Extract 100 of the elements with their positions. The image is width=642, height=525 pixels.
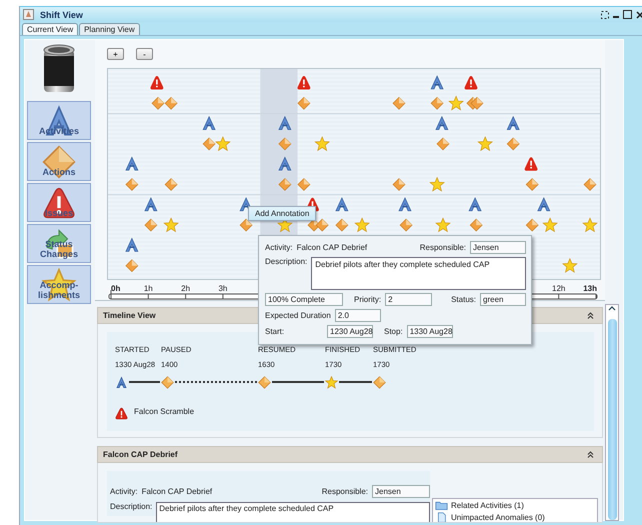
action-marker[interactable]: [400, 218, 413, 232]
close-icon[interactable]: [636, 10, 642, 18]
collapse-icon[interactable]: [587, 451, 594, 458]
action-marker[interactable]: [125, 178, 138, 191]
field-label: Priority:: [354, 295, 382, 304]
action-icon: [373, 376, 386, 388]
activity-name: Falcon CAP Debrief: [142, 487, 212, 496]
star-marker[interactable]: [354, 217, 370, 232]
start-field[interactable]: 1230 Aug28: [327, 325, 373, 338]
related-item[interactable]: Related Activities (1): [451, 501, 524, 510]
star-marker[interactable]: [448, 96, 464, 110]
accomplishment-icon: [325, 376, 338, 388]
star-marker[interactable]: [163, 217, 179, 232]
status-field[interactable]: green: [480, 293, 526, 306]
action-marker[interactable]: [202, 137, 216, 150]
scrollbar[interactable]: [605, 304, 619, 521]
field-label: Responsible:: [322, 487, 368, 496]
star-marker[interactable]: [477, 136, 493, 152]
description-field[interactable]: Debrief pilots after they complete scheduled CAP: [311, 257, 526, 290]
axis-label: 0h: [111, 284, 120, 293]
issue-marker[interactable]: [298, 76, 310, 90]
star-marker[interactable]: [215, 136, 231, 152]
document-icon: [435, 512, 448, 522]
action-marker[interactable]: [392, 178, 406, 191]
action-marker[interactable]: [144, 218, 158, 232]
responsible-field[interactable]: Jensen: [470, 241, 526, 254]
activity-marker[interactable]: [398, 197, 412, 212]
action-marker[interactable]: [506, 137, 520, 150]
responsible-field[interactable]: Jensen: [372, 485, 430, 498]
activity-marker[interactable]: [125, 238, 138, 252]
action-marker[interactable]: [335, 218, 348, 232]
action-marker[interactable]: [278, 178, 292, 191]
priority-field[interactable]: 2: [385, 293, 432, 306]
tab[interactable]: Current View: [22, 23, 78, 35]
issue-icon: [115, 407, 128, 420]
issue-marker[interactable]: [464, 76, 478, 90]
action-marker[interactable]: [125, 259, 138, 272]
action-marker[interactable]: [584, 178, 596, 191]
action-marker[interactable]: [430, 96, 444, 110]
action-marker[interactable]: [436, 137, 450, 150]
field-label: Responsible:: [420, 243, 466, 252]
activity-marker[interactable]: [430, 75, 444, 90]
field-label: Description:: [110, 502, 152, 511]
zoom-button[interactable]: -: [136, 48, 153, 60]
field-label: Stop:: [384, 327, 403, 336]
activity-marker[interactable]: [278, 156, 292, 170]
star-marker[interactable]: [435, 217, 451, 232]
action-marker[interactable]: [164, 178, 178, 191]
related-item[interactable]: Unimpacted Anomalies (0): [451, 513, 545, 522]
axis-label: 13h: [583, 284, 597, 293]
issue-label: Falcon Scramble: [134, 407, 194, 416]
scroll-up-icon[interactable]: [608, 305, 616, 311]
zoom-button[interactable]: +: [107, 48, 124, 60]
activity-marker[interactable]: [506, 116, 520, 130]
star-marker[interactable]: [582, 217, 598, 232]
activity-marker[interactable]: [125, 156, 138, 170]
activity-marker[interactable]: [435, 116, 448, 130]
star-marker[interactable]: [429, 176, 445, 192]
activity-marker[interactable]: [468, 197, 482, 212]
action-marker[interactable]: [152, 96, 164, 110]
star-marker[interactable]: [562, 258, 578, 273]
panel-title: Timeline View: [103, 311, 156, 320]
action-marker[interactable]: [470, 218, 483, 232]
star-marker[interactable]: [542, 217, 558, 232]
stop-field[interactable]: 1330 Aug28: [406, 325, 453, 338]
activity-marker[interactable]: [202, 116, 216, 130]
duration-field[interactable]: 2.0: [334, 309, 381, 322]
activity-marker[interactable]: [335, 197, 348, 212]
action-marker[interactable]: [470, 96, 484, 110]
panel-title: Falcon CAP Debrief: [103, 450, 178, 459]
window-title: Shift View: [40, 10, 83, 20]
description-field[interactable]: Debrief pilots after they complete scheduled CAP: [156, 502, 430, 522]
activity-name: Falcon CAP Debrief: [296, 243, 368, 252]
axis-label: 12h: [552, 284, 566, 293]
action-marker[interactable]: [297, 96, 310, 110]
issue-marker[interactable]: [524, 157, 538, 171]
restore-icon[interactable]: [601, 10, 609, 18]
progress-field[interactable]: 100% Complete: [265, 293, 343, 306]
field-label: Expected Duration: [265, 311, 331, 320]
maximize-icon[interactable]: [623, 10, 632, 19]
action-marker[interactable]: [392, 96, 406, 110]
tab[interactable]: Planning View: [79, 23, 140, 35]
action-marker[interactable]: [164, 96, 178, 110]
activity-marker[interactable]: [144, 197, 158, 212]
action-icon: [258, 376, 271, 388]
axis-label: 2h: [181, 284, 190, 293]
issue-marker[interactable]: [150, 76, 164, 90]
action-marker[interactable]: [278, 137, 292, 150]
action-marker[interactable]: [526, 218, 539, 232]
action-marker[interactable]: [526, 178, 539, 191]
action-icon: [161, 376, 174, 388]
action-marker[interactable]: [297, 178, 310, 191]
activity-marker[interactable]: [278, 116, 292, 130]
field-label: Status:: [451, 295, 476, 304]
action-marker[interactable]: [316, 218, 329, 232]
star-marker[interactable]: [314, 136, 330, 152]
axis-label: 1h: [144, 284, 153, 293]
menu-item[interactable]: Add Annotation: [249, 207, 316, 220]
activity-marker[interactable]: [537, 197, 550, 212]
collapse-icon[interactable]: [587, 312, 594, 319]
